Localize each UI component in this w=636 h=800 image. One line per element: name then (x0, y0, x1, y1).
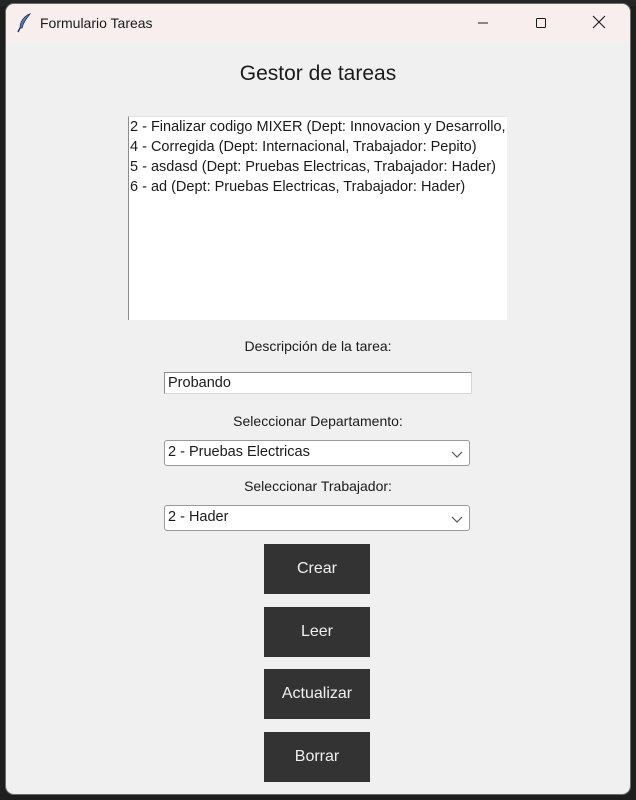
minimize-icon (477, 14, 489, 33)
worker-label: Seleccionar Trabajador: (244, 478, 392, 494)
minimize-button[interactable] (454, 4, 512, 42)
chevron-down-icon[interactable] (451, 448, 463, 458)
list-item[interactable]: 2 - Finalizar codigo MIXER (Dept: Innova… (129, 117, 507, 137)
create-button[interactable]: Crear (264, 544, 370, 594)
department-label: Seleccionar Departamento: (233, 413, 403, 429)
close-button[interactable] (570, 4, 628, 42)
description-input[interactable] (164, 372, 472, 394)
department-select-value: 2 - Pruebas Electricas (168, 444, 310, 460)
description-label: Descripción de la tarea: (244, 338, 392, 354)
read-button[interactable]: Leer (264, 607, 370, 657)
app-window: Formulario Tareas Gestor de tareas 2 - F… (6, 4, 630, 794)
page-title: Gestor de tareas (239, 62, 397, 85)
list-item[interactable]: 6 - ad (Dept: Pruebas Electricas, Trabaj… (129, 177, 507, 197)
worker-select[interactable]: 2 - Hader (164, 505, 470, 531)
department-select[interactable]: 2 - Pruebas Electricas (164, 440, 470, 466)
title-bar[interactable]: Formulario Tareas (6, 4, 630, 42)
worker-select-value: 2 - Hader (168, 509, 229, 525)
list-item[interactable]: 5 - asdasd (Dept: Pruebas Electricas, Tr… (129, 157, 507, 177)
maximize-icon (535, 14, 547, 33)
task-listbox[interactable]: 2 - Finalizar codigo MIXER (Dept: Innova… (128, 116, 507, 320)
feather-icon (16, 13, 34, 33)
list-item[interactable]: 4 - Corregida (Dept: Internacional, Trab… (129, 137, 507, 157)
close-icon (592, 14, 606, 33)
window-title: Formulario Tareas (40, 15, 153, 31)
maximize-button[interactable] (512, 4, 570, 42)
chevron-down-icon[interactable] (451, 513, 463, 523)
delete-button[interactable]: Borrar (264, 732, 370, 782)
update-button[interactable]: Actualizar (264, 669, 370, 719)
